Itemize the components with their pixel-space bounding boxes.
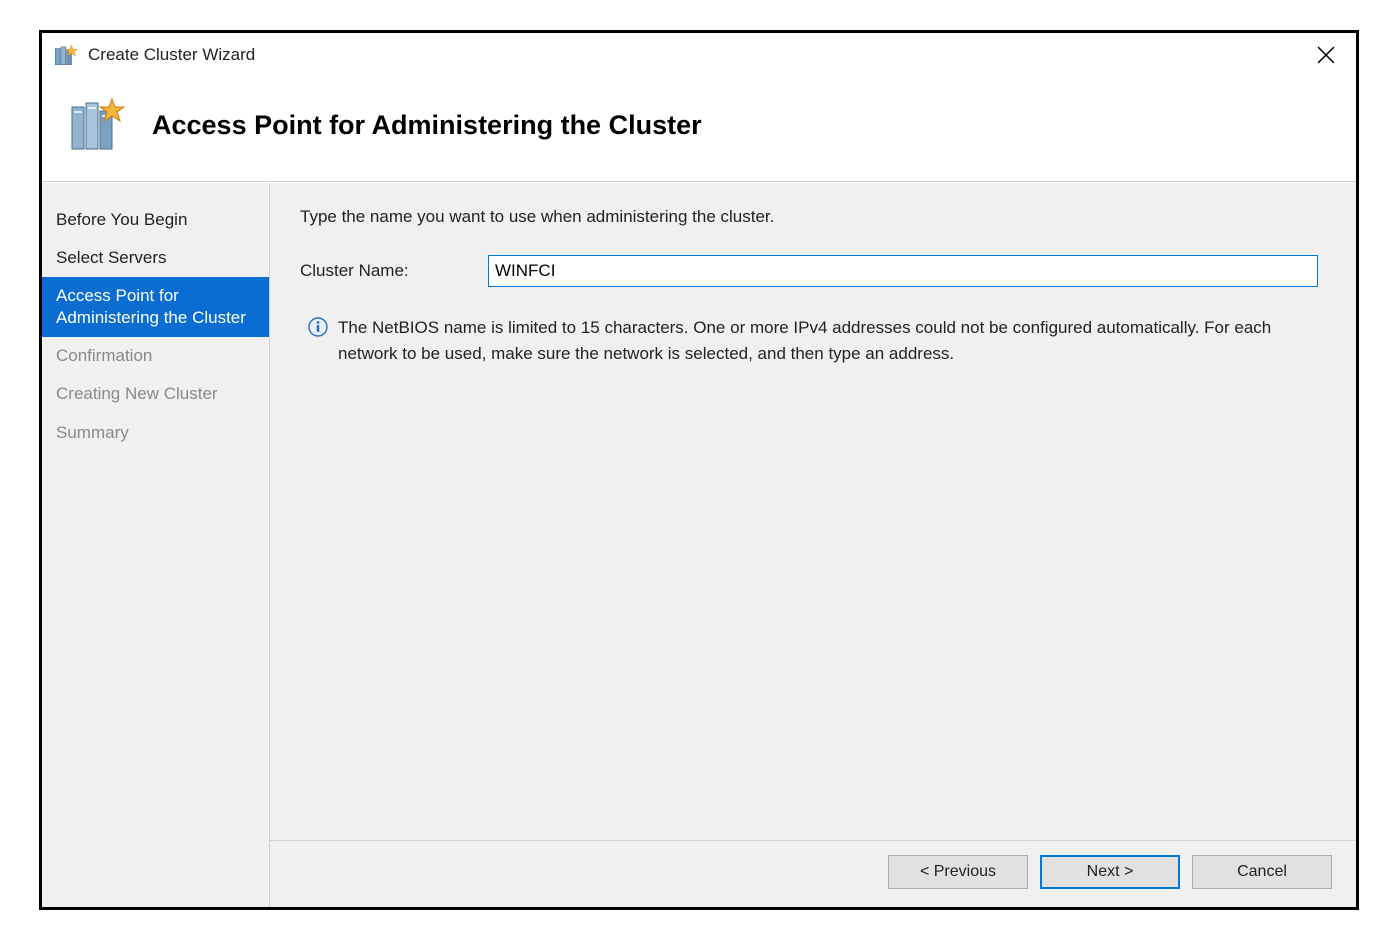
sidebar-step-access-point[interactable]: Access Point for Administering the Clust… [42, 277, 269, 337]
cluster-name-label: Cluster Name: [300, 261, 430, 281]
window-title: Create Cluster Wizard [88, 45, 255, 65]
previous-button[interactable]: < Previous [888, 855, 1028, 889]
close-icon [1317, 46, 1335, 64]
instruction-text: Type the name you want to use when admin… [300, 207, 1318, 227]
titlebar: Create Cluster Wizard [42, 33, 1356, 75]
content-panel: Type the name you want to use when admin… [270, 183, 1356, 907]
info-text: The NetBIOS name is limited to 15 charac… [338, 315, 1318, 366]
app-icon [52, 42, 78, 68]
cancel-button[interactable]: Cancel [1192, 855, 1332, 889]
header-panel: Access Point for Administering the Clust… [42, 75, 1356, 182]
cluster-name-input[interactable] [488, 255, 1318, 287]
wizard-body: Before You Begin Select Servers Access P… [42, 182, 1356, 907]
sidebar-step-select-servers[interactable]: Select Servers [42, 239, 269, 277]
wizard-dialog: Create Cluster Wizard Access Point for A… [39, 30, 1359, 910]
sidebar-step-before-you-begin[interactable]: Before You Begin [42, 201, 269, 239]
sidebar: Before You Begin Select Servers Access P… [42, 183, 270, 907]
sidebar-step-confirmation: Confirmation [42, 337, 269, 375]
info-icon [308, 317, 328, 337]
next-button[interactable]: Next > [1040, 855, 1180, 889]
servers-icon [66, 93, 130, 157]
cluster-name-row: Cluster Name: [300, 255, 1318, 287]
close-button[interactable] [1306, 40, 1346, 70]
sidebar-step-creating-new-cluster: Creating New Cluster [42, 375, 269, 413]
content-inner: Type the name you want to use when admin… [270, 183, 1356, 840]
page-heading: Access Point for Administering the Clust… [152, 110, 702, 141]
sidebar-step-summary: Summary [42, 414, 269, 452]
info-row: The NetBIOS name is limited to 15 charac… [300, 315, 1318, 366]
footer: < Previous Next > Cancel [270, 840, 1356, 907]
